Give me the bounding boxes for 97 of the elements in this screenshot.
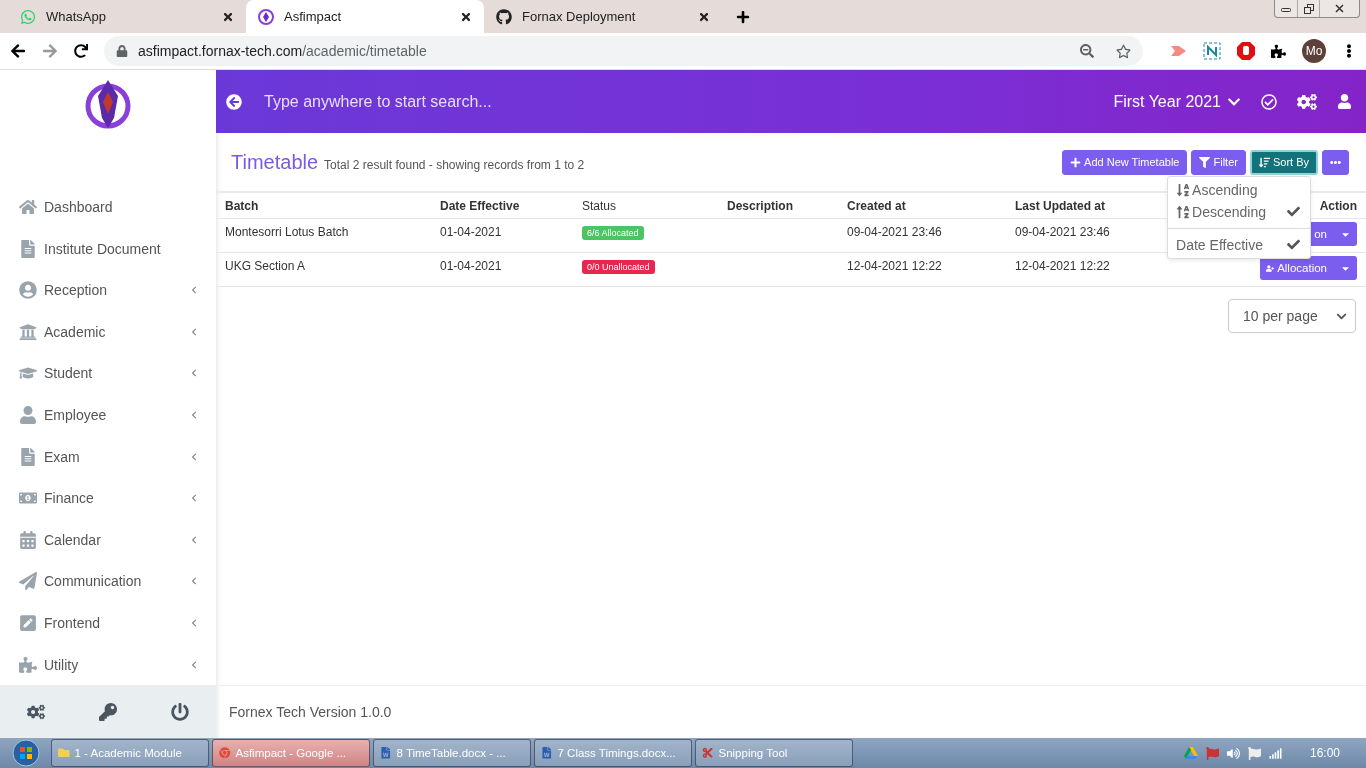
building-icon xyxy=(19,322,37,341)
column-header: Description xyxy=(727,198,793,213)
close-icon xyxy=(1335,4,1344,13)
key-icon[interactable] xyxy=(99,702,117,721)
sidebar-item[interactable]: Academic xyxy=(0,311,216,353)
close-icon[interactable] xyxy=(698,10,710,23)
column-header: Last Updated at xyxy=(1015,198,1105,213)
browser-tab[interactable]: Fornax Deployment xyxy=(484,0,722,33)
sidebar-item[interactable]: Frontend xyxy=(0,602,216,644)
zoom-icon[interactable] xyxy=(1080,44,1094,58)
close-icon[interactable] xyxy=(222,10,234,23)
new-tab-icon[interactable] xyxy=(736,10,750,24)
sort-descending-icon xyxy=(1176,204,1191,219)
table-cell: UKG Section A xyxy=(225,259,306,273)
power-icon[interactable] xyxy=(171,702,189,721)
url-text: asfimpact.fornax-tech.com/academic/timetable xyxy=(138,43,427,59)
column-header: Created at xyxy=(847,198,906,213)
profile-avatar[interactable]: Mo xyxy=(1302,39,1326,63)
calendar-icon xyxy=(19,530,37,549)
plus-icon xyxy=(1070,156,1082,168)
session-selector[interactable]: First Year 2021 xyxy=(1113,92,1241,111)
user-icon[interactable] xyxy=(1337,94,1352,109)
column-header: Status xyxy=(582,198,617,213)
menu-item[interactable]: Ascending xyxy=(1168,178,1311,201)
chrome-icon xyxy=(219,747,231,759)
sidebar-item[interactable]: Exam xyxy=(0,435,216,478)
menu-item[interactable]: Date Effective xyxy=(1168,233,1311,256)
start-orb-icon[interactable] xyxy=(12,739,40,767)
settings-icon[interactable] xyxy=(1297,91,1317,112)
address-bar[interactable]: asfimpact.fornax-tech.com/academic/timetable xyxy=(104,36,1143,66)
column-header: Date Effective xyxy=(440,198,520,213)
stop-hand-icon[interactable] xyxy=(1237,42,1255,60)
close-icon[interactable] xyxy=(460,10,472,23)
puzzle-icon[interactable] xyxy=(1271,43,1286,59)
document-icon xyxy=(19,447,37,466)
sort-icon xyxy=(1258,156,1270,168)
sidebar-item[interactable]: Utility xyxy=(0,643,216,686)
add-button[interactable]: Add New Timetable xyxy=(1062,149,1188,175)
folder-icon xyxy=(58,747,70,759)
flag-icon[interactable] xyxy=(1247,746,1261,760)
result-summary: Total 2 result found - showing records from 1 to 2 xyxy=(324,157,586,172)
restore-icon xyxy=(1303,3,1314,14)
scissors-icon xyxy=(702,747,714,759)
lock-icon xyxy=(116,45,128,57)
star-icon[interactable] xyxy=(1116,43,1131,59)
minimize-icon xyxy=(1281,5,1291,12)
word-document-icon xyxy=(380,747,392,759)
document-icon xyxy=(19,239,37,258)
column-header: Action xyxy=(1319,198,1357,213)
sidebar-item[interactable]: Student xyxy=(0,352,216,395)
sidebar-item[interactable]: Calendar xyxy=(0,519,216,561)
browser-tab[interactable]: Asfimpact xyxy=(246,0,484,33)
puzzle-icon xyxy=(19,655,37,674)
user-icon xyxy=(19,406,37,424)
paper-plane-icon xyxy=(19,572,37,591)
sort-ascending-icon xyxy=(1176,182,1191,197)
status-badge: 6/6 Allocated xyxy=(582,226,644,240)
table-cell: 01-04-2021 xyxy=(440,225,502,239)
octocat-icon xyxy=(496,8,512,25)
filter-icon xyxy=(1199,156,1211,168)
sidebar-item[interactable]: Finance xyxy=(0,477,216,519)
allocation-button[interactable]: Allocation xyxy=(1260,256,1357,280)
table-cell: 12-04-2021 12:22 xyxy=(1015,259,1110,273)
settings-icon[interactable] xyxy=(27,702,45,721)
table-cell: 09-04-2021 23:46 xyxy=(1015,225,1110,239)
signal-icon[interactable] xyxy=(1268,746,1282,760)
back-icon[interactable] xyxy=(10,43,26,59)
house-icon xyxy=(19,198,37,217)
n-extension-icon[interactable] xyxy=(1203,42,1221,60)
sidebar-item[interactable]: Dashboard xyxy=(0,186,216,228)
logo-icon xyxy=(258,8,274,25)
speaker-icon[interactable] xyxy=(1226,746,1240,760)
version-text: Fornex Tech Version 1.0.0 xyxy=(229,704,392,720)
back-icon[interactable] xyxy=(226,93,242,110)
sidebar-item[interactable]: Employee xyxy=(0,394,216,436)
sidebar-item[interactable]: Communication xyxy=(0,560,216,603)
table-cell: 01-04-2021 xyxy=(440,259,502,273)
word-document-icon xyxy=(541,747,553,759)
more-button[interactable] xyxy=(1322,149,1349,175)
pen-icon xyxy=(19,614,37,632)
reload-icon[interactable] xyxy=(74,44,88,58)
status-badge: 0/0 Unallocated xyxy=(582,260,655,274)
sort-button[interactable]: Sort By xyxy=(1249,149,1318,175)
table-cell: 09-04-2021 23:46 xyxy=(847,225,942,239)
page-title: Timetable xyxy=(231,150,319,174)
sidebar-item[interactable]: Institute Document xyxy=(0,227,216,270)
search-field[interactable]: Type anywhere to start search... xyxy=(262,91,1094,112)
menu-item[interactable]: Descending xyxy=(1168,200,1311,223)
browser-tab[interactable]: WhatsApp xyxy=(8,0,246,33)
table-cell: Montesorri Lotus Batch xyxy=(225,225,349,239)
chat-icon xyxy=(20,8,36,25)
per-page-select[interactable]: 10 per page xyxy=(1228,299,1356,333)
filter-button[interactable]: Filter xyxy=(1191,149,1246,175)
sidebar-item[interactable]: Reception xyxy=(0,269,216,312)
forward-icon[interactable] xyxy=(42,43,58,59)
table-cell: 12-04-2021 12:22 xyxy=(847,259,942,273)
column-header: Batch xyxy=(225,198,259,213)
